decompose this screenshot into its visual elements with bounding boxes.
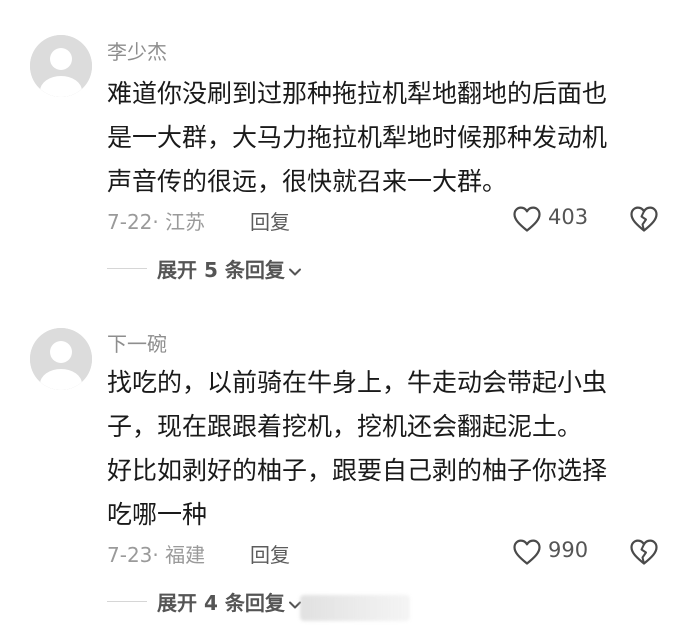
avatar[interactable] [30, 328, 92, 390]
comment-date-location: 7-22· 江苏 [107, 210, 206, 234]
comment-text-line: 吃哪一种 [107, 500, 208, 529]
reply-button[interactable]: 回复 [250, 539, 290, 568]
comment-meta: 7-23· 福建 回复 990 [107, 535, 667, 569]
comment-date-location: 7-23· 福建 [107, 543, 206, 567]
broken-heart-icon[interactable] [629, 205, 659, 233]
default-avatar-icon [30, 35, 92, 97]
heart-outline-icon [513, 206, 541, 232]
comment-meta: 7-22· 江苏 回复 403 [107, 202, 667, 236]
expand-replies-button[interactable]: 展开 4 条回复 [157, 587, 302, 616]
comment-username[interactable]: 李少杰 [107, 36, 167, 65]
default-avatar-icon [30, 328, 92, 390]
expand-replies: 展开 5 条回复 [107, 254, 407, 284]
comment-text-line: 是一大群，大马力拖拉机犁地时候那种发动机 [107, 123, 608, 152]
comment-text-line: 好比如剥好的柚子，跟要自己剥的柚子你选择 [107, 456, 608, 485]
expand-replies-button[interactable]: 展开 5 条回复 [157, 254, 302, 283]
like-count: 403 [548, 205, 589, 229]
comment-text-line: 找吃的，以前骑在牛身上，牛走动会带起小虫 [107, 368, 608, 397]
expand-replies-label: 展开 5 条回复 [157, 258, 285, 282]
avatar[interactable] [30, 35, 92, 97]
like-count: 990 [548, 538, 589, 562]
comment-text: 难道你没刷到过那种拖拉机犁地翻地的后面也 是一大群，大马力拖拉机犁地时候那种发动… [107, 72, 667, 204]
watermark-overlay [300, 595, 410, 621]
heart-outline-icon [513, 539, 541, 565]
comment-username[interactable]: 下一碗 [107, 328, 167, 357]
divider [107, 268, 147, 269]
expand-replies-label: 展开 4 条回复 [157, 591, 285, 615]
comment-text-line: 声音传的很远，很快就召来一大群。 [107, 167, 508, 196]
comment-text-line: 难道你没刷到过那种拖拉机犁地翻地的后面也 [107, 79, 608, 108]
divider [107, 601, 147, 602]
broken-heart-icon[interactable] [629, 538, 659, 566]
chevron-down-icon [288, 268, 301, 275]
reply-button[interactable]: 回复 [250, 206, 290, 235]
comment-text: 找吃的，以前骑在牛身上，牛走动会带起小虫 子，现在跟跟着挖机，挖机还会翻起泥土。… [107, 361, 667, 537]
comment-text-line: 子，现在跟跟着挖机，挖机还会翻起泥土。 [107, 412, 583, 441]
